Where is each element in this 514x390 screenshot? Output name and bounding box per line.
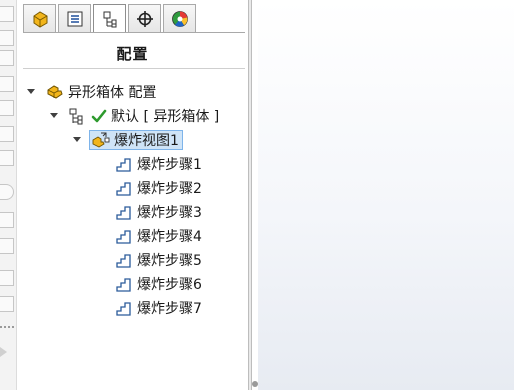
tree-explode-view-node[interactable]: 爆炸视图1 bbox=[89, 130, 183, 150]
tree-step-item[interactable]: 爆炸步骤4 bbox=[115, 226, 202, 246]
tree-step-label: 爆炸步骤1 bbox=[137, 157, 202, 173]
toolbar-icon[interactable] bbox=[0, 150, 14, 166]
toolbar-icon[interactable] bbox=[0, 50, 14, 66]
tree-root-node[interactable]: 异形箱体 配置 bbox=[46, 82, 156, 102]
explode-view-icon bbox=[92, 132, 110, 148]
tree-step-item[interactable]: 爆炸步骤7 bbox=[115, 298, 202, 318]
part-icon bbox=[47, 85, 63, 99]
active-check-icon bbox=[91, 109, 107, 123]
tree-step-label: 爆炸步骤3 bbox=[137, 205, 202, 221]
configuration-manager-icon bbox=[103, 11, 116, 28]
tree-step-item[interactable]: 爆炸步骤6 bbox=[115, 274, 202, 294]
feature-manager-icon bbox=[33, 10, 47, 28]
toolbar-icon[interactable] bbox=[0, 30, 14, 46]
tree-config-node[interactable]: 默认 [ 异形箱体 ] bbox=[69, 106, 219, 126]
collapse-explode-arrow-icon[interactable] bbox=[73, 137, 81, 142]
explode-step-icon bbox=[116, 302, 131, 316]
toolbar-icon[interactable] bbox=[0, 6, 14, 22]
toolbar-icon[interactable] bbox=[0, 296, 14, 312]
explode-step-icon bbox=[116, 158, 131, 172]
toolbar-separator bbox=[0, 326, 16, 328]
tree-step-item[interactable]: 爆炸步骤2 bbox=[115, 178, 202, 198]
toolbar-icon[interactable] bbox=[0, 100, 14, 116]
toolbar-icon[interactable] bbox=[0, 126, 14, 142]
collapse-root-arrow-icon[interactable] bbox=[27, 89, 35, 94]
explode-step-icon bbox=[116, 254, 131, 268]
explode-step-icon bbox=[116, 206, 131, 220]
explode-step-icon bbox=[116, 230, 131, 244]
configuration-manager-panel: 配置 异形箱体 配置 默认 [ 异形箱体 ] 爆炸视图1 爆炸步骤1 爆炸步骤2… bbox=[17, 0, 248, 390]
toolbar-icon[interactable] bbox=[0, 76, 14, 92]
tree-step-label: 爆炸步骤6 bbox=[137, 277, 202, 293]
configuration-icon bbox=[69, 108, 83, 125]
property-manager-icon bbox=[67, 11, 82, 26]
toolbar-icon[interactable] bbox=[0, 238, 14, 254]
tab-divider bbox=[23, 32, 245, 33]
graphics-area[interactable] bbox=[258, 0, 514, 390]
tree-step-item[interactable]: 爆炸步骤3 bbox=[115, 202, 202, 222]
tree-step-item[interactable]: 爆炸步骤5 bbox=[115, 250, 202, 270]
dimxpert-manager-icon bbox=[136, 10, 153, 27]
tree-step-label: 爆炸步骤2 bbox=[137, 181, 202, 197]
expand-arrow-icon[interactable] bbox=[0, 347, 7, 357]
tree-explode-view-label: 爆炸视图1 bbox=[114, 133, 179, 149]
tree-step-label: 爆炸步骤4 bbox=[137, 229, 202, 245]
explode-step-icon bbox=[116, 182, 131, 196]
tab-display-manager[interactable] bbox=[163, 4, 196, 32]
tab-dimxpert-manager[interactable] bbox=[128, 4, 161, 32]
title-divider bbox=[23, 68, 245, 69]
tab-property-manager[interactable] bbox=[58, 4, 91, 32]
tree-step-label: 爆炸步骤7 bbox=[137, 301, 202, 317]
display-manager-icon bbox=[171, 10, 188, 27]
tab-feature-manager[interactable] bbox=[23, 4, 56, 32]
panel-splitter[interactable] bbox=[248, 0, 252, 390]
tree-root-label: 异形箱体 配置 bbox=[68, 85, 157, 101]
tree-step-label: 爆炸步骤5 bbox=[137, 253, 202, 269]
panel-title: 配置 bbox=[116, 45, 149, 63]
left-toolbar-strip bbox=[0, 0, 17, 390]
tree-config-label: 默认 [ 异形箱体 ] bbox=[111, 109, 220, 125]
collapse-config-arrow-icon[interactable] bbox=[50, 113, 58, 118]
toolbar-icon[interactable] bbox=[0, 270, 14, 286]
explode-step-icon bbox=[116, 278, 131, 292]
manager-tab-bar bbox=[23, 4, 237, 33]
toolbar-icon[interactable] bbox=[0, 212, 14, 228]
tab-configuration-manager[interactable] bbox=[93, 4, 126, 33]
tree-step-item[interactable]: 爆炸步骤1 bbox=[115, 154, 202, 174]
toolbar-icon[interactable] bbox=[0, 184, 14, 200]
